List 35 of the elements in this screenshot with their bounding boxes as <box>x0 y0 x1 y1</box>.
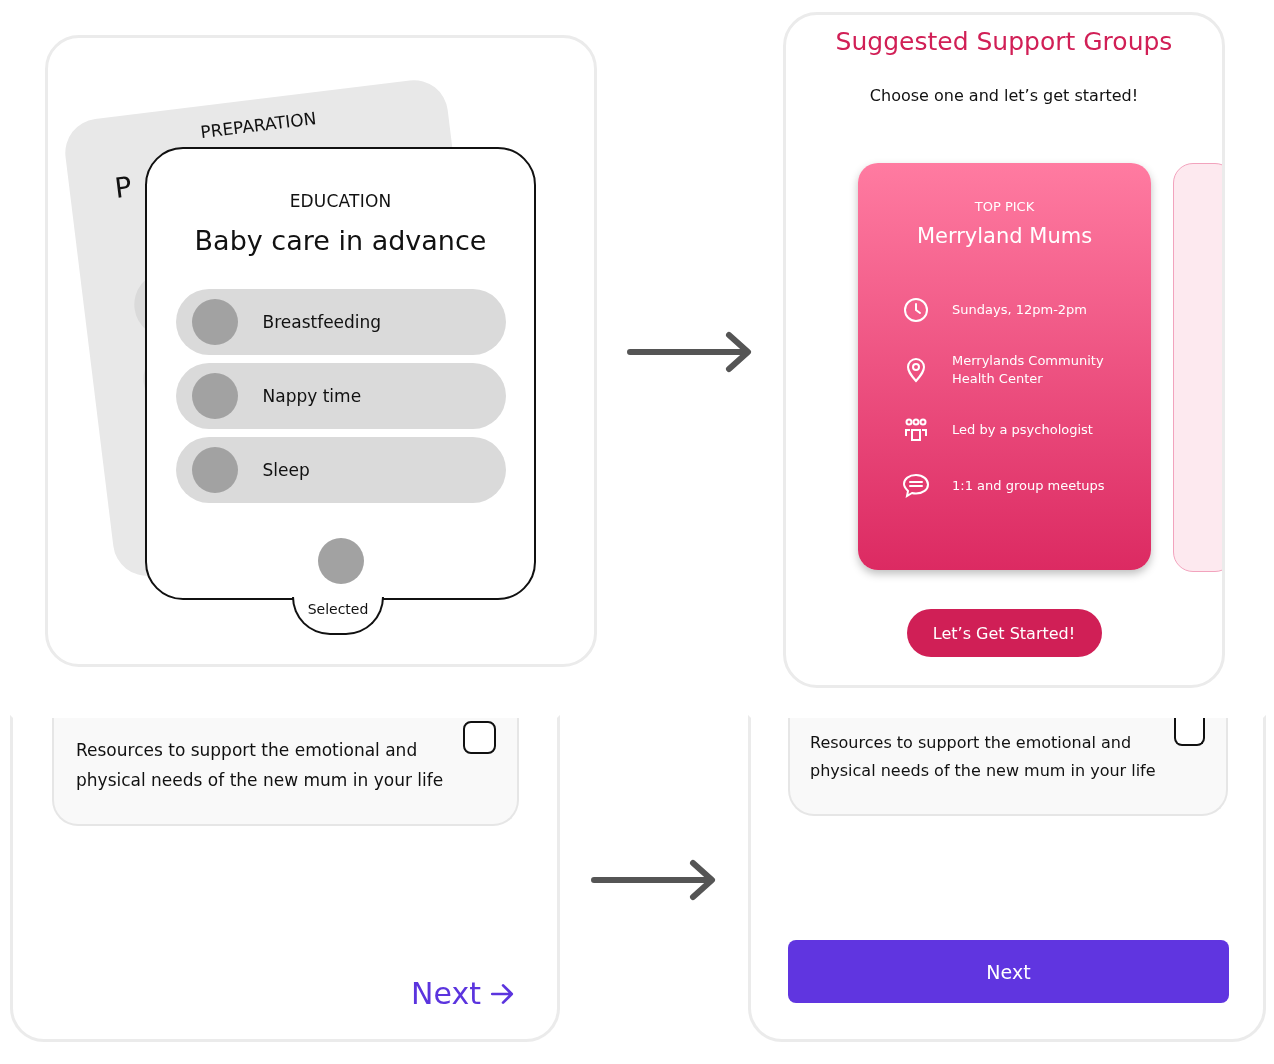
card-title: Baby care in advance <box>194 225 487 256</box>
detail-text: Sundays, 12pm-2pm <box>952 300 1087 319</box>
option-label: Breastfeeding <box>262 312 382 332</box>
option-pill[interactable]: Breastfeeding <box>175 289 506 355</box>
option-circle <box>191 299 238 345</box>
arrow-icon <box>627 330 753 374</box>
detail-text: Merrylands Community Health Center <box>952 352 1105 389</box>
group-name: Merryland Mums <box>916 224 1093 248</box>
screen-subtitle: Choose one and let’s get started! <box>869 86 1139 105</box>
card-category: PREPARATION <box>199 108 318 143</box>
checkbox[interactable] <box>463 721 496 754</box>
option-circle <box>191 447 238 493</box>
card-title: P <box>112 170 134 206</box>
checkbox[interactable] <box>1174 718 1205 746</box>
resource-card[interactable]: Resources to support the emotional and physical needs of the new mum in your life <box>52 718 519 826</box>
next-link[interactable]: Next <box>411 976 515 1011</box>
option-circle <box>191 373 238 419</box>
resource-text: Resources to support the emotional and physical needs of the new mum in your life <box>810 732 1157 782</box>
detail-text: Led by a psychologist <box>952 421 1093 440</box>
option-pill[interactable]: Sleep <box>175 437 506 503</box>
detail-text: 1:1 and group meetups <box>952 477 1105 496</box>
option-label: Sleep <box>262 460 310 480</box>
resource-text: Resources to support the emotional and physical needs of the new mum in your life <box>76 739 445 792</box>
resource-card[interactable]: Resources to support the emotional and physical needs of the new mum in your life <box>788 718 1228 816</box>
get-started-button[interactable]: Let’s Get Started! <box>906 609 1102 657</box>
screen-title: Suggested Support Groups <box>835 27 1173 56</box>
clock-icon <box>902 296 930 324</box>
selector-circle[interactable] <box>317 538 364 584</box>
option-label: Nappy time <box>262 386 362 406</box>
option-pill[interactable]: Nappy time <box>175 363 506 429</box>
top-pick-label: TOP PICK <box>974 199 1035 214</box>
card-category: EDUCATION <box>289 191 392 211</box>
group-card[interactable]: TOP PICK Merryland Mums Sundays, 12pm-2pm Merrylands Community Health Center Led by a psychologist 1:1 and group meetups <box>858 163 1151 570</box>
next-button[interactable]: Next <box>788 940 1229 1003</box>
arrow-icon <box>591 858 717 902</box>
